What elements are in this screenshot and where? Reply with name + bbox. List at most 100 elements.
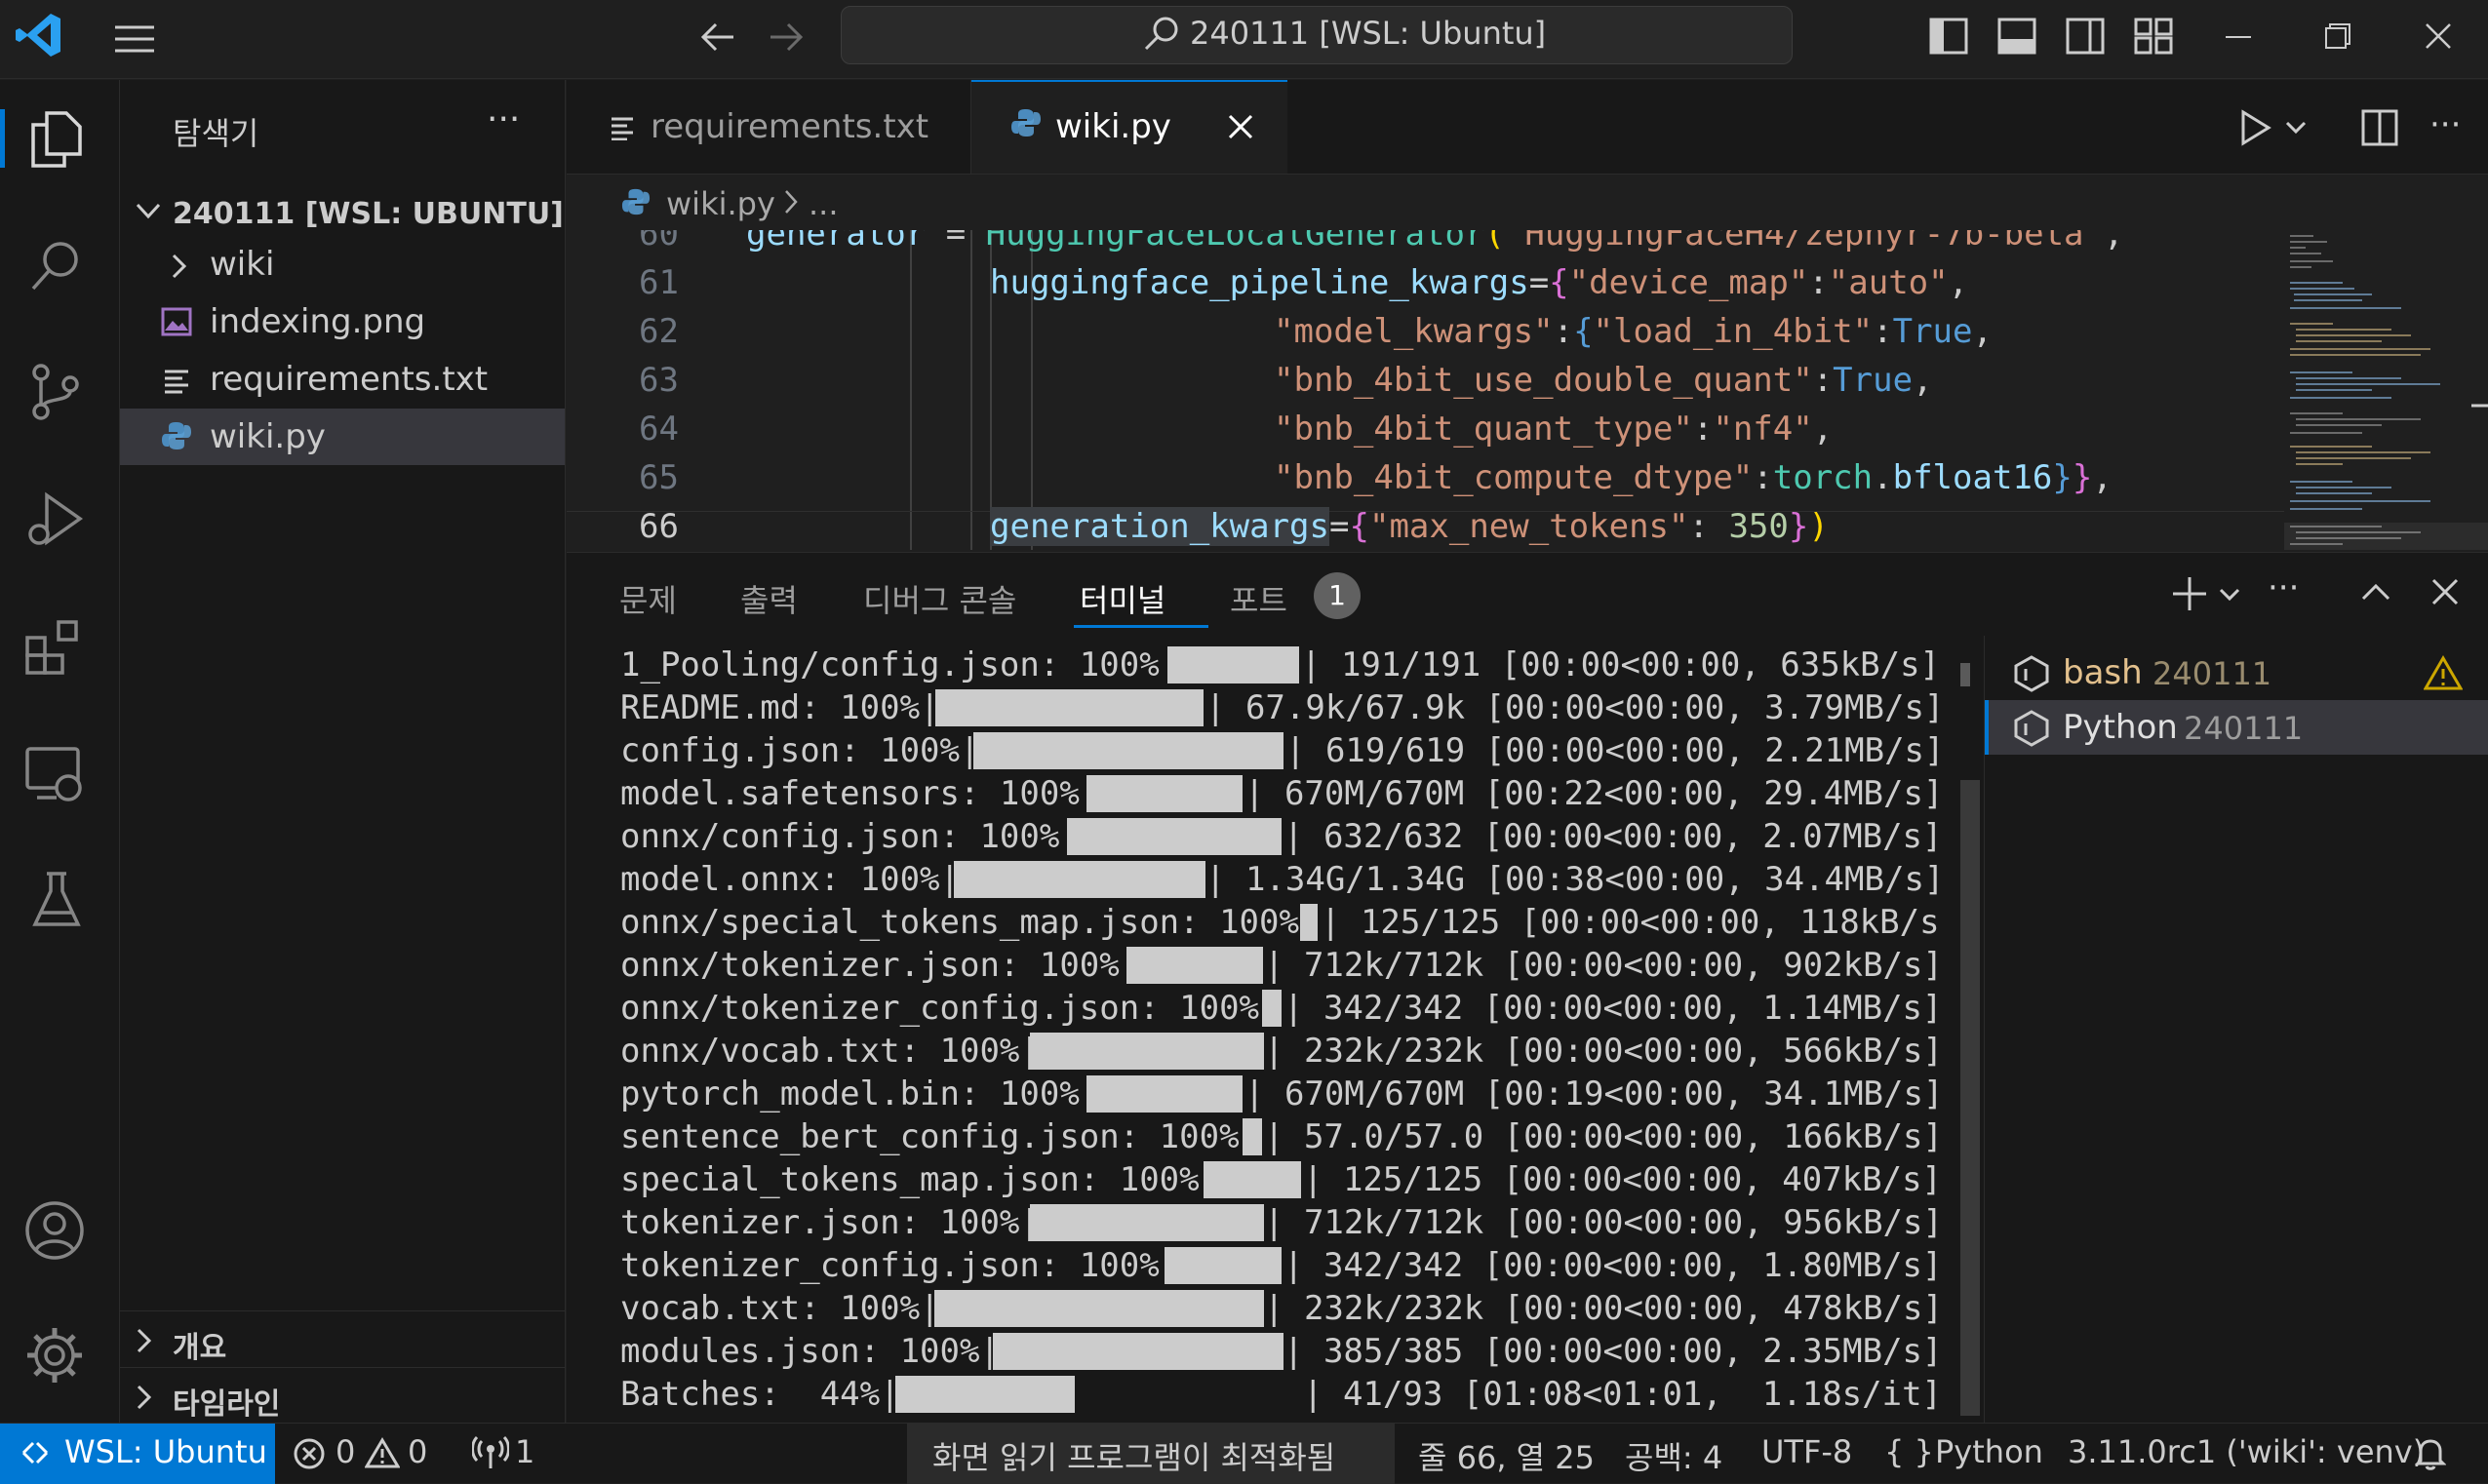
terminal-item-label: bash: [2063, 653, 2143, 692]
python-file-icon: [621, 187, 651, 216]
terminal-scrollbar[interactable]: [1960, 780, 1980, 1416]
warnings-icon[interactable]: [365, 1437, 400, 1468]
errors-icon[interactable]: [293, 1437, 326, 1470]
chevron-right-icon: [171, 254, 188, 279]
split-editor-icon[interactable]: [2361, 109, 2398, 146]
toggle-panel-icon[interactable]: [1997, 18, 2036, 55]
terminal-profiles-chevron-icon[interactable]: [2219, 588, 2240, 602]
remote-label: WSL: Ubuntu: [64, 1433, 267, 1470]
title-bar: 240111 [WSL: Ubuntu]: [0, 0, 2488, 79]
breadcrumb-file[interactable]: wiki.py: [666, 185, 775, 222]
tree-item-wiki-folder[interactable]: wiki: [120, 236, 565, 293]
ports-count-badge: 1: [1314, 572, 1361, 619]
panel-more-actions-icon[interactable]: ···: [2268, 568, 2299, 607]
tab-terminal[interactable]: 터미널: [1080, 576, 1165, 621]
new-terminal-icon[interactable]: [2170, 574, 2209, 613]
tree-item-requirements-txt[interactable]: requirements.txt: [120, 351, 565, 408]
tab-problems[interactable]: 문제: [619, 576, 677, 621]
tab-label: requirements.txt: [651, 107, 929, 146]
forward-arrow-icon[interactable]: [767, 20, 806, 55]
explorer-sidebar: 탐색기 ··· 240111 [WSL: UBUNTU] wiki indexi…: [120, 80, 566, 1423]
explorer-more-button[interactable]: ···: [487, 99, 520, 139]
code-line: "model_kwargs":{"load_in_4bit":True,: [1274, 312, 1993, 351]
terminal-tabs-list: bash 240111 Python 240111: [1984, 636, 2488, 1424]
search-view-icon[interactable]: [27, 236, 86, 294]
tree-item-indexing-png[interactable]: indexing.png: [120, 293, 565, 350]
timeline-section-header[interactable]: 타임라인: [120, 1369, 565, 1425]
manage-gear-icon[interactable]: [23, 1324, 86, 1386]
run-debug-icon[interactable]: [23, 489, 86, 552]
run-python-file-icon[interactable]: [2240, 109, 2271, 146]
customize-layout-icon[interactable]: [2134, 18, 2173, 55]
tab-debug-console[interactable]: 디버그 콘솔: [863, 576, 1016, 621]
terminal-item-bash[interactable]: bash 240111: [1985, 645, 2488, 700]
code-line: "bnb_4bit_compute_dtype":torch.bfloat16}…: [1274, 458, 2113, 497]
run-dropdown-chevron-icon[interactable]: [2285, 121, 2307, 135]
screen-reader-status[interactable]: 화면 읽기 프로그램이 최적화됨: [932, 1433, 1335, 1478]
terminal-item-python[interactable]: Python 240111: [1985, 700, 2488, 755]
warning-icon: [2424, 655, 2463, 690]
code-line: generator = HuggingFaceLocalGenerator("H…: [746, 230, 2124, 254]
code-editor[interactable]: 60 generator = HuggingFaceLocalGenerator…: [567, 230, 2284, 550]
tab-wiki-py[interactable]: wiki.py: [971, 80, 1287, 174]
indent-guide: [910, 230, 912, 550]
editor-more-actions-icon[interactable]: ···: [2429, 105, 2461, 144]
ports-count[interactable]: 1: [515, 1433, 534, 1470]
chevron-down-icon: [136, 203, 161, 220]
timeline-label: 타임라인: [173, 1387, 281, 1422]
remote-explorer-icon[interactable]: [23, 743, 86, 805]
breadcrumb-chevron-icon: [783, 189, 799, 215]
indentation[interactable]: 공백: 4: [1625, 1433, 1722, 1478]
line-number: 66: [639, 507, 679, 546]
terminal-shell-icon: [2014, 655, 2049, 692]
maximize-panel-icon[interactable]: [2361, 582, 2390, 602]
encoding[interactable]: UTF-8: [1761, 1433, 1852, 1470]
close-panel-icon[interactable]: [2431, 578, 2459, 605]
tree-item-wiki-py[interactable]: wiki.py: [120, 409, 565, 465]
active-terminal-indicator: [1985, 700, 1989, 755]
divider: [120, 1367, 565, 1368]
tab-ports[interactable]: 포트: [1230, 576, 1287, 621]
remote-indicator[interactable]: WSL: Ubuntu: [0, 1424, 275, 1484]
restore-icon[interactable]: [2325, 23, 2350, 49]
workspace-folder-header[interactable]: 240111 [WSL: UBUNTU]: [120, 185, 565, 242]
toggle-primary-sidebar-icon[interactable]: [1929, 18, 1968, 55]
terminal-output[interactable]: 1_Pooling/config.json: 100%| | 191/191 [0…: [620, 644, 1986, 1424]
explorer-icon[interactable]: [27, 109, 86, 170]
workspace-folder-label: 240111 [WSL: UBUNTU]: [173, 197, 564, 231]
source-control-icon[interactable]: [27, 363, 86, 421]
breadcrumb-symbols[interactable]: ...: [809, 185, 839, 222]
outline-label: 개요: [173, 1331, 227, 1365]
search-icon: [1141, 14, 1182, 55]
toggle-secondary-sidebar-icon[interactable]: [2066, 18, 2105, 55]
tab-output[interactable]: 출력: [740, 576, 798, 621]
remote-icon: [20, 1437, 51, 1468]
editor-tab-bar: requirements.txt wiki.py ···: [567, 80, 2488, 175]
line-number: 60: [639, 230, 679, 254]
accounts-icon[interactable]: [23, 1199, 86, 1262]
tab-requirements-txt[interactable]: requirements.txt: [567, 80, 971, 174]
outline-section-header[interactable]: 개요: [120, 1312, 565, 1369]
testing-icon[interactable]: [27, 870, 86, 930]
back-arrow-icon[interactable]: [698, 20, 737, 55]
menu-icon[interactable]: [113, 23, 156, 55]
python-interpreter[interactable]: 3.11.0rc1 ('wiki': venv): [2068, 1433, 2425, 1470]
code-line: huggingface_pipeline_kwargs={"device_map…: [990, 263, 1969, 302]
warnings-count[interactable]: 0: [408, 1433, 427, 1470]
terminal-item-label: Python: [2063, 708, 2178, 747]
cursor-position[interactable]: 줄 66, 열 25: [1418, 1433, 1595, 1478]
search-text: 240111 [WSL: Ubuntu]: [1190, 15, 1547, 52]
text-file-icon: [612, 117, 633, 140]
terminal-shell-icon: [2014, 710, 2049, 747]
ports-broadcast-icon[interactable]: [472, 1435, 509, 1470]
activity-bar: [0, 80, 120, 1423]
close-window-icon[interactable]: [2425, 22, 2452, 50]
extensions-icon[interactable]: [23, 616, 86, 679]
minimap[interactable]: [2284, 230, 2488, 550]
minimize-icon[interactable]: [2226, 35, 2251, 39]
indent-guide: [970, 230, 972, 550]
close-tab-icon[interactable]: [1227, 113, 1254, 140]
errors-count[interactable]: 0: [336, 1433, 355, 1470]
notifications-bell-icon[interactable]: [2415, 1437, 2446, 1470]
language-mode[interactable]: Python: [1935, 1433, 2043, 1470]
